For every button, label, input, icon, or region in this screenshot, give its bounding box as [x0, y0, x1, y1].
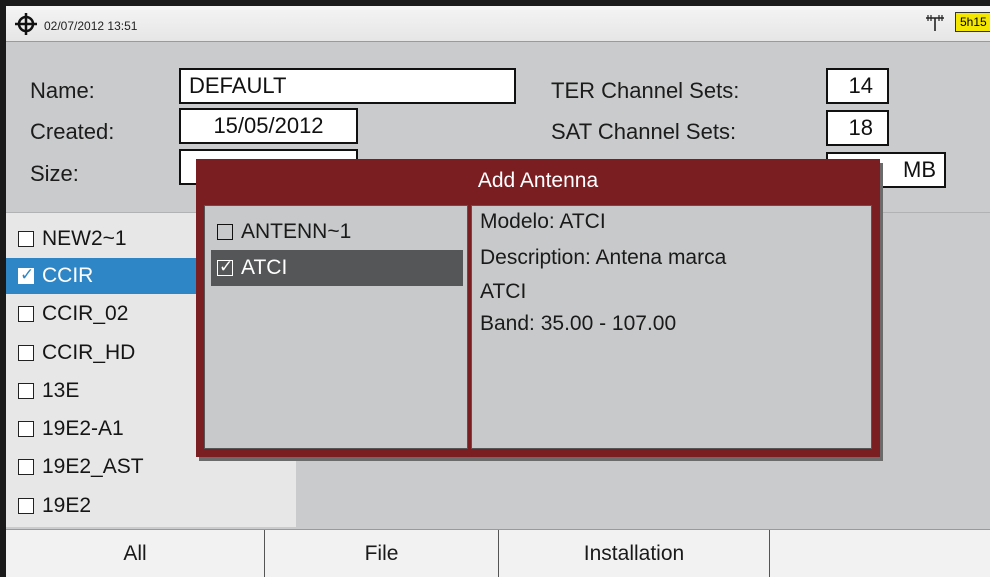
analyzer-screen: 02/07/2012 13:51 5h15 Name: DEFAULT Crea… [6, 6, 990, 577]
name-field[interactable]: DEFAULT [179, 68, 516, 104]
softkey-installation[interactable]: Installation [499, 530, 769, 577]
name-label: Name: [30, 78, 95, 103]
checkbox-icon[interactable] [18, 345, 34, 361]
checkbox-icon[interactable] [18, 383, 34, 399]
antenna-band-text: Band: 35.00 - 107.00 [480, 312, 677, 335]
checkbox-icon[interactable] [18, 498, 34, 514]
status-bar: 02/07/2012 13:51 5h15 [6, 6, 990, 42]
softkey-all[interactable]: All [6, 530, 264, 577]
checkbox-icon[interactable] [18, 306, 34, 322]
checkbox-icon[interactable] [217, 224, 233, 240]
antenna-signal-icon [926, 15, 944, 31]
checkbox-icon[interactable] [18, 459, 34, 475]
ter-channel-sets-label: TER Channel Sets: [551, 78, 740, 103]
softkey-file[interactable]: File [265, 530, 498, 577]
add-antenna-dialog: Add Antenna ANTENN~1 ATCI Modelo: ATCI D… [196, 159, 880, 457]
list-item-label: CCIR_02 [42, 302, 129, 325]
checkbox-icon[interactable] [18, 231, 34, 247]
list-item-label: 19E2_AST [42, 455, 144, 478]
sat-channel-sets-value: 18 [826, 110, 889, 146]
antenna-item-selected[interactable]: ATCI [211, 250, 463, 286]
antenna-item[interactable]: ANTENN~1 [211, 214, 463, 250]
dialog-title: Add Antenna [477, 169, 599, 192]
created-field: 15/05/2012 [179, 108, 358, 144]
gps-crosshair-icon [15, 13, 37, 35]
antenna-description-cont-text: ATCI [480, 280, 527, 303]
antenna-model-text: Modelo: ATCI [480, 210, 606, 233]
antenna-list[interactable]: ANTENN~1 ATCI [204, 205, 468, 449]
antenna-item-label: ATCI [241, 256, 288, 279]
list-item-label: 19E2 [42, 494, 92, 517]
size-label: Size: [30, 161, 79, 186]
created-label: Created: [30, 119, 115, 144]
ter-channel-sets-value: 14 [826, 68, 889, 104]
sat-channel-sets-label: SAT Channel Sets: [551, 119, 737, 144]
battery-badge: 5h15 [955, 12, 990, 32]
list-item-label: 19E2-A1 [42, 417, 124, 440]
list-item-label: 13E [42, 379, 80, 402]
list-item-label: CCIR [42, 264, 94, 287]
list-item-label: CCIR_HD [42, 341, 136, 364]
list-item[interactable]: 19E2 [6, 488, 281, 524]
antenna-item-label: ANTENN~1 [241, 220, 352, 243]
antenna-description-text: Description: Antena marca [480, 246, 727, 269]
checkbox-checked-icon[interactable] [217, 257, 233, 277]
checkbox-icon[interactable] [18, 421, 34, 437]
antenna-details-panel: Modelo: ATCI Description: Antena marca A… [471, 205, 872, 449]
checkbox-checked-icon[interactable] [18, 265, 34, 285]
list-item-label: NEW2~1 [42, 227, 127, 250]
softkey-bar: All File Installation [6, 529, 990, 577]
softkey-empty[interactable] [770, 530, 990, 577]
datetime-label: 02/07/2012 13:51 [44, 19, 138, 33]
